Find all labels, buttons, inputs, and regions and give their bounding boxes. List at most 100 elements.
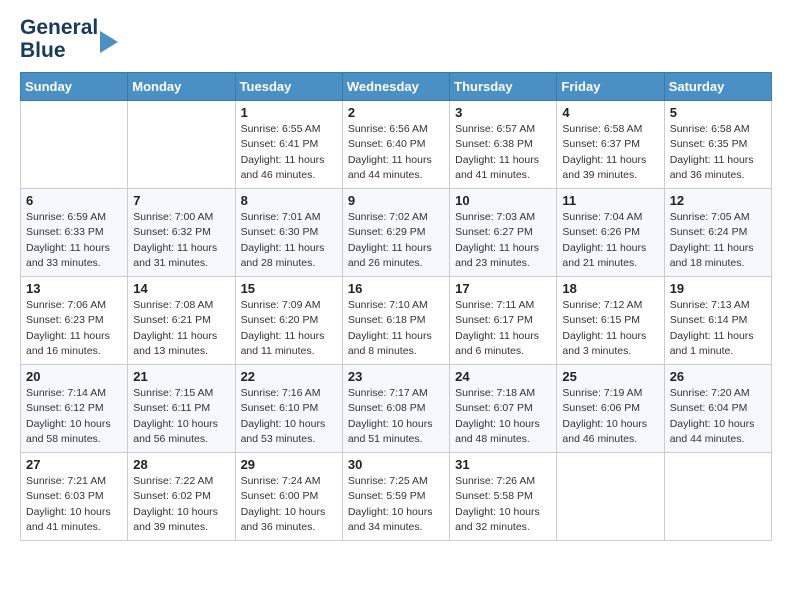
day-number: 16 xyxy=(348,281,444,296)
day-number: 17 xyxy=(455,281,551,296)
logo-line2: Blue xyxy=(20,39,66,62)
cell-content: Sunrise: 7:00 AM Sunset: 6:32 PM Dayligh… xyxy=(133,210,229,271)
day-number: 26 xyxy=(670,369,766,384)
day-number: 11 xyxy=(562,193,658,208)
cell-content: Sunrise: 7:06 AM Sunset: 6:23 PM Dayligh… xyxy=(26,298,122,359)
calendar-cell xyxy=(128,101,235,189)
day-number: 27 xyxy=(26,457,122,472)
cell-content: Sunrise: 6:57 AM Sunset: 6:38 PM Dayligh… xyxy=(455,122,551,183)
day-number: 14 xyxy=(133,281,229,296)
week-row-3: 13 Sunrise: 7:06 AM Sunset: 6:23 PM Dayli… xyxy=(21,277,772,365)
cell-content: Sunrise: 7:04 AM Sunset: 6:26 PM Dayligh… xyxy=(562,210,658,271)
calendar-table: SundayMondayTuesdayWednesdayThursdayFrid… xyxy=(20,72,772,541)
day-number: 13 xyxy=(26,281,122,296)
day-number: 4 xyxy=(562,105,658,120)
calendar-cell: 14 Sunrise: 7:08 AM Sunset: 6:21 PM Dayli… xyxy=(128,277,235,365)
week-row-4: 20 Sunrise: 7:14 AM Sunset: 6:12 PM Dayli… xyxy=(21,365,772,453)
logo-arrow-icon xyxy=(100,31,118,53)
cell-content: Sunrise: 7:20 AM Sunset: 6:04 PM Dayligh… xyxy=(670,386,766,447)
cell-content: Sunrise: 7:21 AM Sunset: 6:03 PM Dayligh… xyxy=(26,474,122,535)
cell-content: Sunrise: 7:10 AM Sunset: 6:18 PM Dayligh… xyxy=(348,298,444,359)
cell-content: Sunrise: 7:01 AM Sunset: 6:30 PM Dayligh… xyxy=(241,210,337,271)
day-number: 20 xyxy=(26,369,122,384)
day-number: 8 xyxy=(241,193,337,208)
calendar-cell: 15Sunrise: 7:09 AM Sunset: 6:20 PM Dayli… xyxy=(235,277,342,365)
calendar-cell: 25Sunrise: 7:19 AM Sunset: 6:06 PM Dayli… xyxy=(557,365,664,453)
day-number: 30 xyxy=(348,457,444,472)
calendar-cell: 8 Sunrise: 7:01 AM Sunset: 6:30 PM Daylig… xyxy=(235,189,342,277)
col-header-tuesday: Tuesday xyxy=(235,73,342,101)
calendar-cell: 27 Sunrise: 7:21 AM Sunset: 6:03 PM Dayli… xyxy=(21,453,128,541)
calendar-cell: 7 Sunrise: 7:00 AM Sunset: 6:32 PM Daylig… xyxy=(128,189,235,277)
calendar-cell: 26 Sunrise: 7:20 AM Sunset: 6:04 PM Dayli… xyxy=(664,365,771,453)
cell-content: Sunrise: 7:03 AM Sunset: 6:27 PM Dayligh… xyxy=(455,210,551,271)
page: General Blue SundayMondayTuesdayWednesda… xyxy=(0,0,792,557)
cell-content: Sunrise: 7:17 AM Sunset: 6:08 PM Dayligh… xyxy=(348,386,444,447)
day-number: 24 xyxy=(455,369,551,384)
calendar-cell: 16 Sunrise: 7:10 AM Sunset: 6:18 PM Dayli… xyxy=(342,277,449,365)
day-number: 29 xyxy=(241,457,337,472)
cell-content: Sunrise: 7:22 AM Sunset: 6:02 PM Dayligh… xyxy=(133,474,229,535)
logo: General Blue xyxy=(20,16,118,62)
calendar-cell: 12Sunrise: 7:05 AM Sunset: 6:24 PM Dayli… xyxy=(664,189,771,277)
cell-content: Sunrise: 7:18 AM Sunset: 6:07 PM Dayligh… xyxy=(455,386,551,447)
cell-content: Sunrise: 7:24 AM Sunset: 6:00 PM Dayligh… xyxy=(241,474,337,535)
cell-content: Sunrise: 7:14 AM Sunset: 6:12 PM Dayligh… xyxy=(26,386,122,447)
day-number: 28 xyxy=(133,457,229,472)
week-row-5: 27 Sunrise: 7:21 AM Sunset: 6:03 PM Dayli… xyxy=(21,453,772,541)
logo-line1: General xyxy=(20,16,98,39)
calendar-cell xyxy=(664,453,771,541)
calendar-cell: 31 Sunrise: 7:26 AM Sunset: 5:58 PM Dayli… xyxy=(450,453,557,541)
day-number: 23 xyxy=(348,369,444,384)
cell-content: Sunrise: 7:09 AM Sunset: 6:20 PM Dayligh… xyxy=(241,298,337,359)
cell-content: Sunrise: 7:12 AM Sunset: 6:15 PM Dayligh… xyxy=(562,298,658,359)
calendar-cell: 2Sunrise: 6:56 AM Sunset: 6:40 PM Daylig… xyxy=(342,101,449,189)
week-row-1: 1Sunrise: 6:55 AM Sunset: 6:41 PM Daylig… xyxy=(21,101,772,189)
calendar-cell: 6 Sunrise: 6:59 AM Sunset: 6:33 PM Daylig… xyxy=(21,189,128,277)
col-header-wednesday: Wednesday xyxy=(342,73,449,101)
cell-content: Sunrise: 6:58 AM Sunset: 6:35 PM Dayligh… xyxy=(670,122,766,183)
day-number: 7 xyxy=(133,193,229,208)
cell-content: Sunrise: 7:11 AM Sunset: 6:17 PM Dayligh… xyxy=(455,298,551,359)
calendar-cell: 1Sunrise: 6:55 AM Sunset: 6:41 PM Daylig… xyxy=(235,101,342,189)
cell-content: Sunrise: 7:15 AM Sunset: 6:11 PM Dayligh… xyxy=(133,386,229,447)
calendar-cell: 5Sunrise: 6:58 AM Sunset: 6:35 PM Daylig… xyxy=(664,101,771,189)
col-header-friday: Friday xyxy=(557,73,664,101)
cell-content: Sunrise: 6:59 AM Sunset: 6:33 PM Dayligh… xyxy=(26,210,122,271)
day-number: 21 xyxy=(133,369,229,384)
calendar-cell: 13 Sunrise: 7:06 AM Sunset: 6:23 PM Dayli… xyxy=(21,277,128,365)
cell-content: Sunrise: 7:08 AM Sunset: 6:21 PM Dayligh… xyxy=(133,298,229,359)
cell-content: Sunrise: 7:16 AM Sunset: 6:10 PM Dayligh… xyxy=(241,386,337,447)
calendar-cell: 24 Sunrise: 7:18 AM Sunset: 6:07 PM Dayli… xyxy=(450,365,557,453)
calendar-cell: 19Sunrise: 7:13 AM Sunset: 6:14 PM Dayli… xyxy=(664,277,771,365)
cell-content: Sunrise: 7:25 AM Sunset: 5:59 PM Dayligh… xyxy=(348,474,444,535)
day-number: 31 xyxy=(455,457,551,472)
cell-content: Sunrise: 7:13 AM Sunset: 6:14 PM Dayligh… xyxy=(670,298,766,359)
calendar-body: 1Sunrise: 6:55 AM Sunset: 6:41 PM Daylig… xyxy=(21,101,772,541)
calendar-cell: 17 Sunrise: 7:11 AM Sunset: 6:17 PM Dayli… xyxy=(450,277,557,365)
calendar-cell: 29 Sunrise: 7:24 AM Sunset: 6:00 PM Dayli… xyxy=(235,453,342,541)
header: General Blue xyxy=(20,16,772,62)
calendar-cell: 23 Sunrise: 7:17 AM Sunset: 6:08 PM Dayli… xyxy=(342,365,449,453)
calendar-cell: 18Sunrise: 7:12 AM Sunset: 6:15 PM Dayli… xyxy=(557,277,664,365)
calendar-cell: 11 Sunrise: 7:04 AM Sunset: 6:26 PM Dayli… xyxy=(557,189,664,277)
cell-content: Sunrise: 7:05 AM Sunset: 6:24 PM Dayligh… xyxy=(670,210,766,271)
calendar-cell: 30 Sunrise: 7:25 AM Sunset: 5:59 PM Dayli… xyxy=(342,453,449,541)
col-header-monday: Monday xyxy=(128,73,235,101)
calendar-cell: 21 Sunrise: 7:15 AM Sunset: 6:11 PM Dayli… xyxy=(128,365,235,453)
cell-content: Sunrise: 7:19 AM Sunset: 6:06 PM Dayligh… xyxy=(562,386,658,447)
cell-content: Sunrise: 6:58 AM Sunset: 6:37 PM Dayligh… xyxy=(562,122,658,183)
calendar-cell: 28 Sunrise: 7:22 AM Sunset: 6:02 PM Dayli… xyxy=(128,453,235,541)
cell-content: Sunrise: 7:02 AM Sunset: 6:29 PM Dayligh… xyxy=(348,210,444,271)
calendar-cell xyxy=(557,453,664,541)
week-row-2: 6 Sunrise: 6:59 AM Sunset: 6:33 PM Daylig… xyxy=(21,189,772,277)
calendar-cell: 10Sunrise: 7:03 AM Sunset: 6:27 PM Dayli… xyxy=(450,189,557,277)
cell-content: Sunrise: 6:55 AM Sunset: 6:41 PM Dayligh… xyxy=(241,122,337,183)
day-number: 2 xyxy=(348,105,444,120)
cell-content: Sunrise: 7:26 AM Sunset: 5:58 PM Dayligh… xyxy=(455,474,551,535)
day-number: 9 xyxy=(348,193,444,208)
col-header-thursday: Thursday xyxy=(450,73,557,101)
day-number: 3 xyxy=(455,105,551,120)
day-number: 6 xyxy=(26,193,122,208)
calendar-cell: 22Sunrise: 7:16 AM Sunset: 6:10 PM Dayli… xyxy=(235,365,342,453)
